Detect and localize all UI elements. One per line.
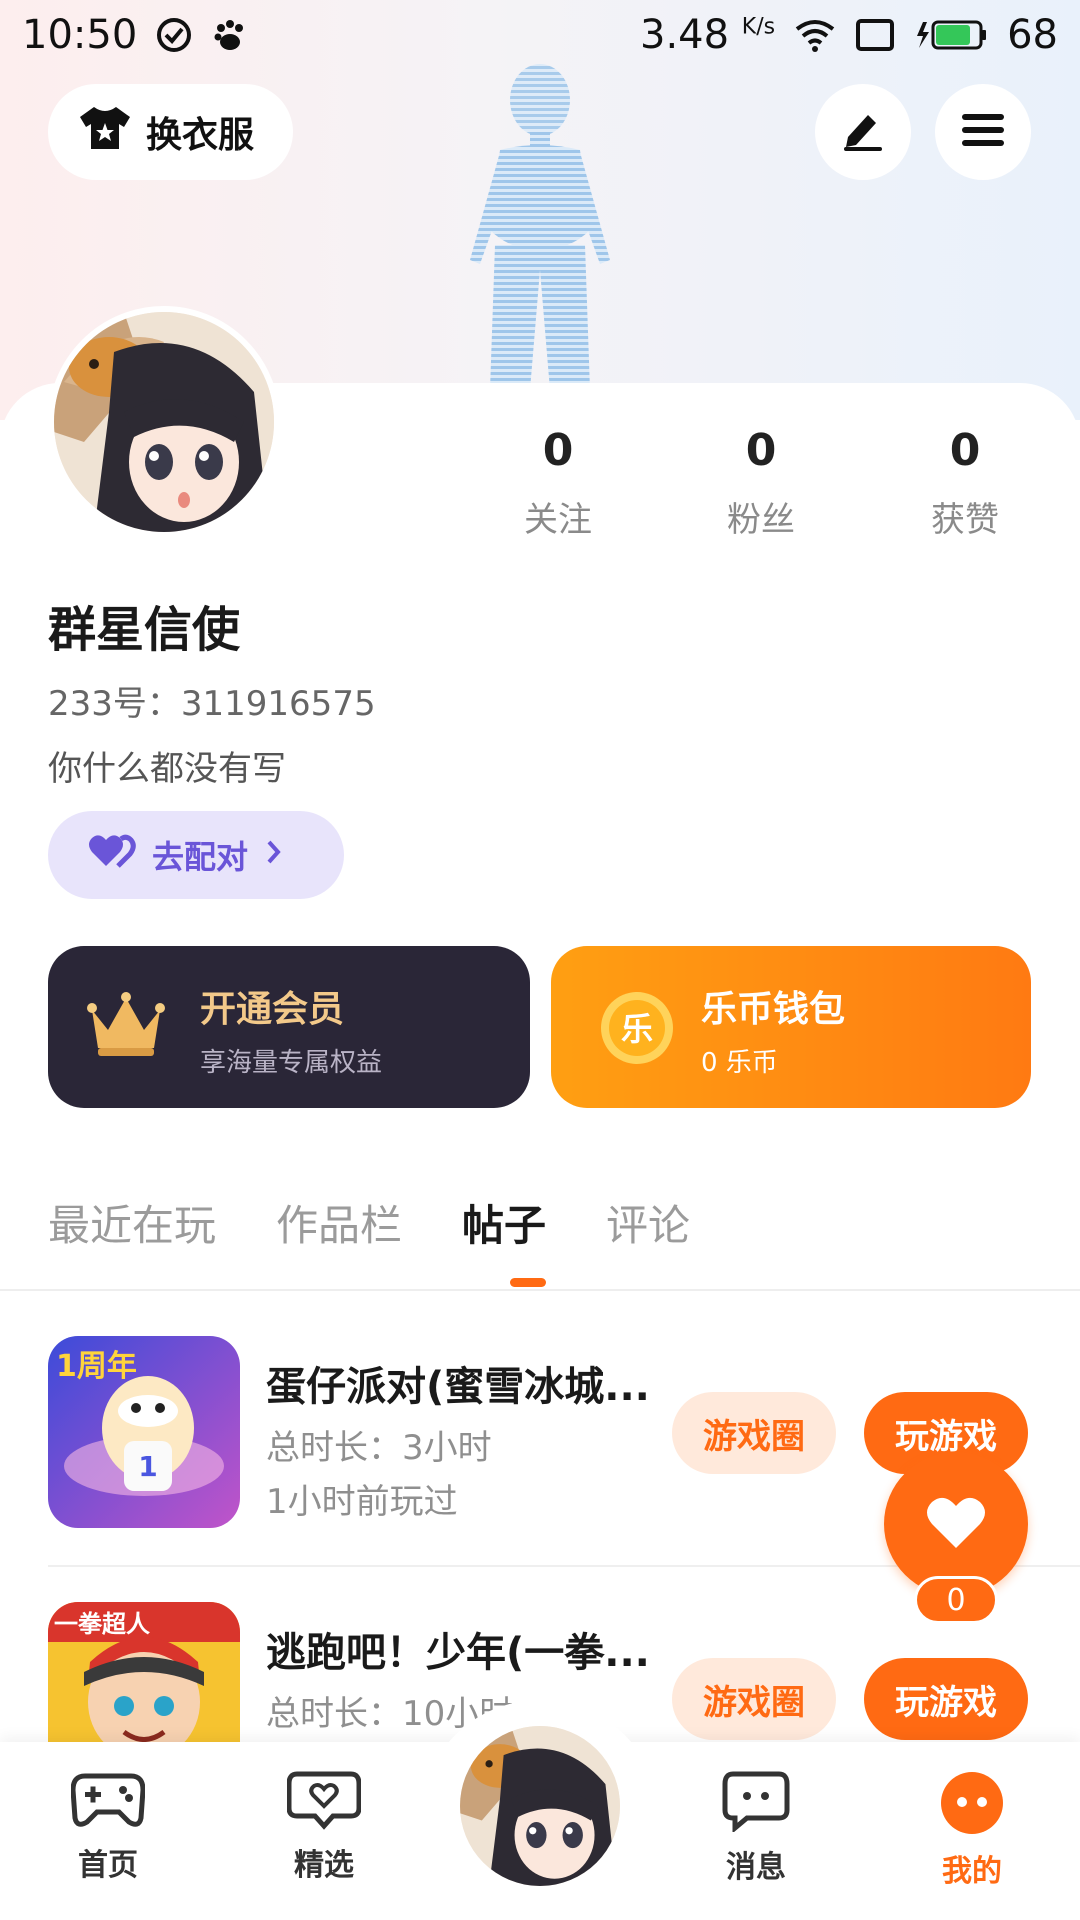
- nav-item-home[interactable]: 首页: [38, 1770, 178, 1884]
- network-speed: 3.48 K/s: [640, 12, 776, 58]
- gamepad-icon: [70, 1773, 146, 1834]
- like-floating-button[interactable]: [884, 1452, 1028, 1596]
- nav-label-featured: 精选: [294, 1848, 354, 1883]
- check-circle-icon: [155, 16, 193, 54]
- baidu-paw-icon: [211, 16, 249, 54]
- play-game-button[interactable]: 玩游戏: [864, 1658, 1028, 1740]
- profile-uid: 233号：311916575: [48, 684, 376, 724]
- coin-wallet-card[interactable]: 乐 乐币钱包 0 乐币: [551, 946, 1031, 1108]
- battery-level: 68: [1007, 12, 1058, 58]
- tab-comments[interactable]: 评论: [606, 1192, 690, 1253]
- message-icon: [721, 1771, 791, 1836]
- match-label: 去配对: [152, 838, 249, 876]
- crown-icon: [86, 990, 166, 1064]
- nav-item-profile[interactable]: 我的: [902, 1770, 1042, 1890]
- status-time: 10:50: [22, 12, 138, 58]
- stat-likes-count: 0: [949, 425, 981, 476]
- shirt-icon: [78, 105, 132, 160]
- nav-item-messages[interactable]: 消息: [686, 1770, 826, 1886]
- heart-chat-icon: [286, 1771, 362, 1834]
- game-duration: 总时长：3小时: [266, 1428, 492, 1468]
- anime-avatar-image: [54, 312, 274, 532]
- profile-bio: 你什么都没有写: [48, 749, 286, 789]
- battery-icon: [913, 18, 989, 52]
- game-badge: 1周年: [56, 1349, 137, 1384]
- stat-following-label: 关注: [524, 500, 592, 540]
- stat-likes[interactable]: 0 获赞: [885, 425, 1045, 541]
- match-button[interactable]: 去配对: [48, 811, 344, 899]
- stat-following-count: 0: [542, 425, 574, 476]
- coin-glyph: 乐: [621, 1010, 653, 1048]
- tabs-divider: [0, 1289, 1080, 1291]
- status-bar: 10:50 3.48 K/s 68: [0, 0, 1080, 70]
- change-outfit-button[interactable]: 换衣服: [48, 84, 293, 180]
- like-count-badge: 0: [914, 1576, 998, 1624]
- tab-posts[interactable]: 帖子: [462, 1192, 546, 1253]
- stat-fans-count: 0: [745, 425, 777, 476]
- nav-label-messages: 消息: [726, 1850, 786, 1885]
- profile-face-icon: [939, 1772, 1005, 1840]
- change-outfit-label: 换衣服: [146, 115, 255, 156]
- vip-membership-card[interactable]: 开通会员 享海量专属权益: [48, 946, 530, 1108]
- profile-tabs: 最近在玩 作品栏 帖子 评论: [48, 1192, 690, 1253]
- stat-fans[interactable]: 0 粉丝: [681, 425, 841, 541]
- game-badge: 一拳超人: [54, 1610, 150, 1638]
- menu-button[interactable]: [935, 84, 1031, 180]
- anime-avatar-image: [460, 1726, 620, 1886]
- game-circle-button[interactable]: 游戏圈: [672, 1392, 836, 1474]
- nav-item-featured[interactable]: 精选: [254, 1770, 394, 1884]
- avatar-figure-image: [470, 64, 610, 390]
- nav-label-profile: 我的: [942, 1854, 1002, 1889]
- nav-center-avatar[interactable]: [454, 1720, 626, 1892]
- coin-icon: 乐: [597, 988, 677, 1072]
- wifi-icon: [793, 17, 837, 53]
- edit-profile-button[interactable]: [815, 84, 911, 180]
- edit-pen-icon: [840, 107, 886, 157]
- game-icon-eggy-party: 1 1周年: [48, 1336, 240, 1528]
- stat-fans-label: 粉丝: [727, 500, 795, 540]
- sim-icon: [855, 18, 895, 52]
- game-last-played: 1小时前玩过: [266, 1482, 458, 1522]
- chevron-right-icon: [264, 836, 284, 874]
- tab-works[interactable]: 作品栏: [276, 1192, 402, 1253]
- profile-username: 群星信使: [48, 602, 241, 658]
- stat-likes-label: 获赞: [931, 500, 999, 540]
- double-heart-icon: [88, 832, 136, 878]
- game-circle-button[interactable]: 游戏圈: [672, 1658, 836, 1740]
- stat-following[interactable]: 0 关注: [478, 425, 638, 541]
- coin-title: 乐币钱包: [701, 989, 846, 1030]
- tab-recently-played[interactable]: 最近在玩: [48, 1192, 216, 1253]
- nav-label-home: 首页: [78, 1848, 138, 1883]
- heart-icon: [924, 1494, 988, 1554]
- vip-title: 开通会员: [200, 989, 345, 1030]
- vip-subtitle: 享海量专属权益: [200, 1048, 383, 1078]
- active-tab-indicator: [510, 1278, 546, 1287]
- profile-avatar[interactable]: [48, 306, 280, 538]
- menu-icon: [960, 110, 1006, 154]
- svg-text:1: 1: [138, 1450, 157, 1483]
- game-title: 逃跑吧！少年(一拳...: [266, 1630, 650, 1676]
- coin-balance: 0 乐币: [701, 1048, 778, 1078]
- game-title: 蛋仔派对(蜜雪冰城...: [266, 1364, 650, 1410]
